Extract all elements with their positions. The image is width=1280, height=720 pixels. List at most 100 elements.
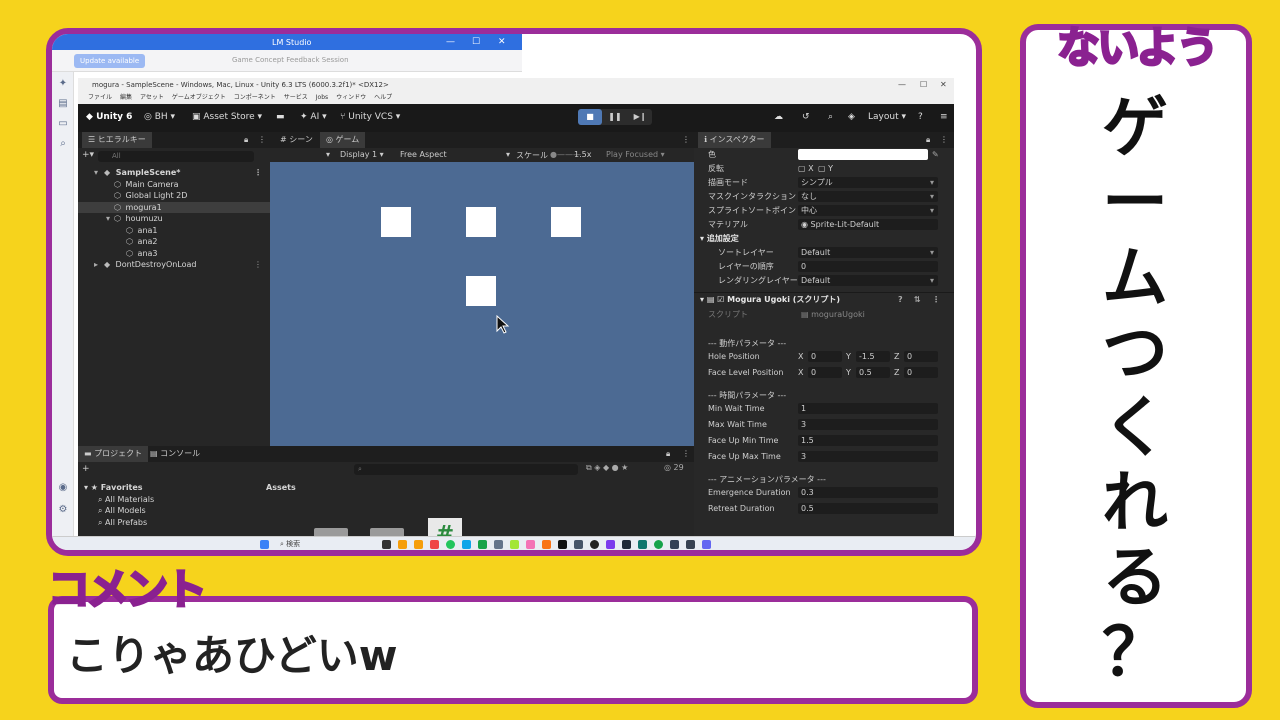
face-z-field[interactable]: 0 — [904, 367, 938, 378]
hierarchy-item-ana3[interactable]: ⬡ ana3 — [78, 248, 270, 259]
help-icon[interactable]: ? — [898, 293, 903, 307]
app-icon[interactable] — [526, 540, 535, 549]
fav-all-models[interactable]: ⌕ All Models — [98, 506, 146, 516]
menu-gameobject[interactable]: ゲームオブジェクト — [172, 92, 226, 104]
expand-icon[interactable]: ▸ — [94, 259, 98, 270]
menu-component[interactable]: コンポーネント — [234, 92, 276, 104]
filter-icons[interactable]: ⧉ ◈ ◆ ● ★ — [586, 463, 628, 473]
search-icon[interactable]: ⌕ — [57, 138, 69, 150]
chat-icon[interactable]: ✦ — [57, 78, 69, 90]
kebab-icon[interactable]: ⋮ — [932, 293, 940, 307]
app-icon[interactable] — [494, 540, 503, 549]
retreat-field[interactable]: 0.5 — [798, 503, 938, 514]
folder-icon[interactable] — [398, 540, 407, 549]
history-icon[interactable]: ↺ — [802, 112, 810, 122]
hole-y-field[interactable]: -1.5 — [856, 351, 890, 362]
min-wait-field[interactable]: 1 — [798, 403, 938, 414]
app-icon[interactable] — [622, 540, 631, 549]
favorites-foldout[interactable]: ▾ ★ Favorites — [84, 483, 143, 492]
component-enabled-checkbox[interactable]: ☑ — [717, 295, 724, 304]
fav-all-materials[interactable]: ⌕ All Materials — [98, 495, 154, 505]
hierarchy-item-main-camera[interactable]: ⬡ Main Camera — [78, 179, 270, 190]
menu-edit[interactable]: 編集 — [120, 92, 132, 104]
kebab-icon[interactable]: ⋮ — [676, 132, 696, 148]
tab-inspector[interactable]: ℹ インスペクター — [698, 132, 771, 148]
chrome-icon[interactable] — [446, 540, 455, 549]
draw-mode-dropdown[interactable]: シンプル — [798, 177, 938, 188]
pause-button[interactable]: ❚❚ — [603, 109, 627, 125]
face-x-field[interactable]: 0 — [808, 367, 842, 378]
kebab-icon[interactable]: ⋮ — [252, 132, 272, 148]
hole-z-field[interactable]: 0 — [904, 351, 938, 362]
lock-icon[interactable]: 🔒︎ — [660, 446, 676, 462]
kebab-icon[interactable]: ⋮ — [254, 259, 262, 270]
tab-console[interactable]: ▤ コンソール — [144, 446, 206, 462]
folder-icon[interactable]: ▭ — [57, 118, 69, 130]
menu-jobs[interactable]: Jobs — [316, 92, 328, 104]
kebab-icon[interactable]: ⋮ — [254, 167, 262, 178]
add-icon[interactable]: +▾ — [82, 150, 94, 160]
expand-icon[interactable]: ▾ — [94, 167, 98, 178]
face-up-min-field[interactable]: 1.5 — [798, 435, 938, 446]
start-icon[interactable] — [260, 540, 269, 549]
material-field[interactable]: ◉ Sprite-Lit-Default — [798, 219, 938, 230]
aspect-dropdown[interactable]: Free Aspect — [400, 150, 447, 159]
project-search-input[interactable]: ⌕ — [354, 464, 578, 475]
help-icon[interactable]: ? — [918, 112, 923, 122]
unity-minimize-icon[interactable]: — — [898, 78, 906, 92]
vcs-dropdown[interactable]: ⑂ Unity VCS ▾ — [340, 112, 400, 122]
app-icon[interactable] — [654, 540, 663, 549]
tab-project[interactable]: ▬ プロジェクト — [78, 446, 149, 462]
max-wait-field[interactable]: 3 — [798, 419, 938, 430]
tab-scene[interactable]: # シーン — [274, 132, 319, 148]
preset-icon[interactable]: ⇅ — [914, 293, 921, 307]
menu-services[interactable]: サービス — [284, 92, 308, 104]
extra-settings-foldout[interactable]: ▾ 追加設定 — [694, 232, 954, 246]
unity-logo-button[interactable]: ◆ Unity 6 — [86, 112, 132, 122]
stop-button[interactable]: ■ — [578, 109, 602, 125]
display-dropdown[interactable]: Display 1 ▾ — [340, 150, 384, 159]
folder-icon[interactable] — [414, 540, 423, 549]
dropdown-icon[interactable]: ▾ — [326, 150, 330, 159]
sorting-layer-dropdown[interactable]: Default — [798, 247, 938, 258]
terminal-icon[interactable]: ▤ — [57, 98, 69, 110]
menu-help[interactable]: ヘルプ — [374, 92, 392, 104]
app-icon[interactable] — [462, 540, 471, 549]
flip-y-checkbox[interactable]: ▢ Y — [818, 162, 833, 176]
app-icon[interactable] — [670, 540, 679, 549]
hierarchy-item-houmuzu[interactable]: ▾ ⬡ houmuzu — [78, 213, 270, 224]
app-icon[interactable] — [382, 540, 391, 549]
app-icon[interactable] — [606, 540, 615, 549]
flip-x-checkbox[interactable]: ▢ X — [798, 162, 814, 176]
play-focused-dropdown[interactable]: Play Focused ▾ — [606, 150, 665, 159]
asset-store-dropdown[interactable]: ▣ Asset Store ▾ — [192, 112, 262, 122]
search-icon[interactable]: ⌕ — [828, 112, 833, 122]
render-layer-dropdown[interactable]: Default — [798, 275, 938, 286]
game-view[interactable] — [270, 162, 694, 446]
app-icon[interactable] — [702, 540, 711, 549]
fav-all-prefabs[interactable]: ⌕ All Prefabs — [98, 518, 147, 528]
emergence-field[interactable]: 0.3 — [798, 487, 938, 498]
hierarchy-item-mogura1[interactable]: ⬡ mogura1 — [78, 202, 270, 213]
tab-hierarchy[interactable]: ☰ ヒエラルキー — [82, 132, 152, 148]
app-icon[interactable] — [590, 540, 599, 549]
app-icon[interactable] — [542, 540, 551, 549]
app-icon[interactable] — [430, 540, 439, 549]
sort-point-dropdown[interactable]: 中心 — [798, 205, 938, 216]
hierarchy-item-dontdestroyonload[interactable]: ▸ ◆ DontDestroyOnLoad ⋮ — [78, 259, 270, 270]
account-dropdown[interactable]: ◎ BH ▾ — [144, 112, 175, 122]
kebab-icon[interactable]: ⋮ — [934, 132, 954, 148]
cloud-icon[interactable]: ☁ — [774, 112, 783, 122]
hierarchy-item-global-light[interactable]: ⬡ Global Light 2D — [78, 190, 270, 201]
unity-close-icon[interactable]: ✕ — [940, 78, 947, 92]
mask-dropdown[interactable]: なし — [798, 191, 938, 202]
menu-window[interactable]: ウィンドウ — [336, 92, 366, 104]
component-header[interactable]: ▾ ▤ ☑ Mogura Ugoki (スクリプト) ? ⇅ ⋮ — [694, 292, 954, 306]
app-icon[interactable] — [558, 540, 567, 549]
app-icon[interactable] — [686, 540, 695, 549]
order-field[interactable]: 0 — [798, 261, 938, 272]
eyedropper-icon[interactable]: ✎ — [932, 148, 939, 162]
menu-assets[interactable]: アセット — [140, 92, 164, 104]
package-icon[interactable]: ▬ — [276, 112, 285, 122]
ai-dropdown[interactable]: ✦ AI ▾ — [300, 112, 327, 122]
